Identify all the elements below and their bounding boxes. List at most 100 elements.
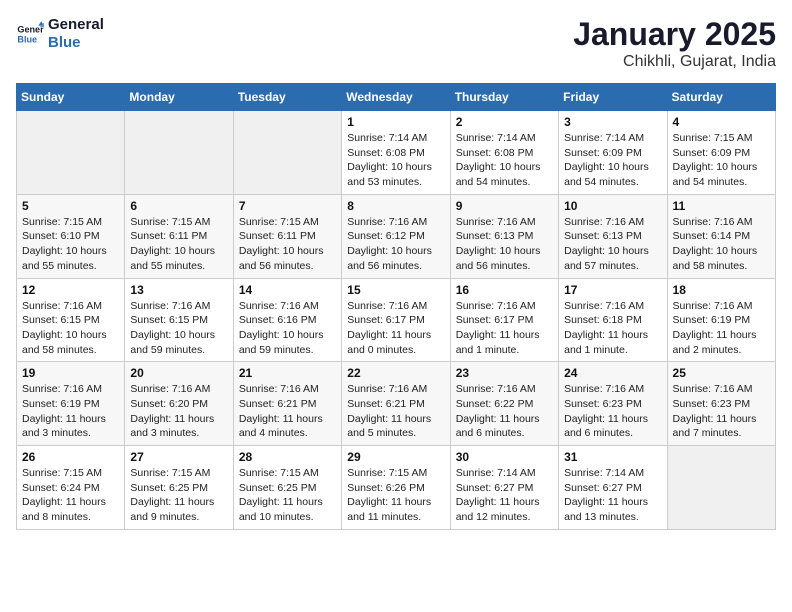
calendar-cell: 19 Sunrise: 7:16 AM Sunset: 6:19 PM Dayli… xyxy=(17,362,125,446)
calendar-cell: 6Sunrise: 7:15 AM Sunset: 6:11 PM Daylig… xyxy=(125,194,233,278)
day-number: 8 xyxy=(347,199,444,213)
day-number: 20 xyxy=(130,366,227,380)
day-number: 11 xyxy=(673,199,770,213)
column-header-tuesday: Tuesday xyxy=(233,84,341,111)
calendar-cell: 26 Sunrise: 7:15 AM Sunset: 6:24 PM Dayli… xyxy=(17,446,125,530)
day-number: 6 xyxy=(130,199,227,213)
day-info: Sunrise: 7:16 AM Sunset: 6:12 PM Dayligh… xyxy=(347,215,444,274)
day-info: Sunrise: 7:16 AM Sunset: 6:22 PM Dayligh… xyxy=(456,382,553,441)
svg-text:Blue: Blue xyxy=(17,34,37,44)
calendar-table: SundayMondayTuesdayWednesdayThursdayFrid… xyxy=(16,83,776,530)
day-info: Sunrise: 7:16 AM Sunset: 6:13 PM Dayligh… xyxy=(456,215,553,274)
calendar-cell: 13Sunrise: 7:16 AM Sunset: 6:15 PM Dayli… xyxy=(125,278,233,362)
day-info: Sunrise: 7:16 AM Sunset: 6:20 PM Dayligh… xyxy=(130,382,227,441)
column-header-monday: Monday xyxy=(125,84,233,111)
week-row-4: 19 Sunrise: 7:16 AM Sunset: 6:19 PM Dayli… xyxy=(17,362,776,446)
day-number: 31 xyxy=(564,450,661,464)
calendar-cell: 24Sunrise: 7:16 AM Sunset: 6:23 PM Dayli… xyxy=(559,362,667,446)
day-info: Sunrise: 7:15 AM Sunset: 6:11 PM Dayligh… xyxy=(239,215,336,274)
day-number: 15 xyxy=(347,283,444,297)
day-number: 19 xyxy=(22,366,119,380)
calendar-cell: 30 Sunrise: 7:14 AM Sunset: 6:27 PM Dayli… xyxy=(450,446,558,530)
day-info: Sunrise: 7:16 AM Sunset: 6:16 PM Dayligh… xyxy=(239,299,336,358)
day-number: 26 xyxy=(22,450,119,464)
svg-text:General: General xyxy=(17,25,44,35)
day-info: Sunrise: 7:15 AM Sunset: 6:26 PM Dayligh… xyxy=(347,466,444,525)
day-number: 10 xyxy=(564,199,661,213)
day-number: 12 xyxy=(22,283,119,297)
day-number: 9 xyxy=(456,199,553,213)
column-header-wednesday: Wednesday xyxy=(342,84,450,111)
day-number: 14 xyxy=(239,283,336,297)
day-info: Sunrise: 7:16 AM Sunset: 6:17 PM Dayligh… xyxy=(456,299,553,358)
day-info: Sunrise: 7:14 AM Sunset: 6:08 PM Dayligh… xyxy=(456,131,553,190)
column-header-sunday: Sunday xyxy=(17,84,125,111)
calendar-cell: 5Sunrise: 7:15 AM Sunset: 6:10 PM Daylig… xyxy=(17,194,125,278)
location-subtitle: Chikhli, Gujarat, India xyxy=(573,53,776,71)
day-info: Sunrise: 7:16 AM Sunset: 6:13 PM Dayligh… xyxy=(564,215,661,274)
calendar-cell xyxy=(667,446,775,530)
calendar-cell: 10 Sunrise: 7:16 AM Sunset: 6:13 PM Dayli… xyxy=(559,194,667,278)
column-header-friday: Friday xyxy=(559,84,667,111)
day-number: 29 xyxy=(347,450,444,464)
calendar-cell: 21 Sunrise: 7:16 AM Sunset: 6:21 PM Dayli… xyxy=(233,362,341,446)
week-row-1: 1 Sunrise: 7:14 AM Sunset: 6:08 PM Daylig… xyxy=(17,111,776,195)
day-info: Sunrise: 7:16 AM Sunset: 6:21 PM Dayligh… xyxy=(239,382,336,441)
day-info: Sunrise: 7:14 AM Sunset: 6:08 PM Dayligh… xyxy=(347,131,444,190)
title-block: January 2025 Chikhli, Gujarat, India xyxy=(573,16,776,71)
day-info: Sunrise: 7:15 AM Sunset: 6:09 PM Dayligh… xyxy=(673,131,770,190)
logo-icon: General Blue xyxy=(16,20,44,48)
day-info: Sunrise: 7:15 AM Sunset: 6:24 PM Dayligh… xyxy=(22,466,119,525)
day-number: 17 xyxy=(564,283,661,297)
header-row: SundayMondayTuesdayWednesdayThursdayFrid… xyxy=(17,84,776,111)
calendar-cell: 8 Sunrise: 7:16 AM Sunset: 6:12 PM Daylig… xyxy=(342,194,450,278)
calendar-cell: 3 Sunrise: 7:14 AM Sunset: 6:09 PM Daylig… xyxy=(559,111,667,195)
day-number: 30 xyxy=(456,450,553,464)
calendar-cell: 4 Sunrise: 7:15 AM Sunset: 6:09 PM Daylig… xyxy=(667,111,775,195)
day-info: Sunrise: 7:16 AM Sunset: 6:23 PM Dayligh… xyxy=(673,382,770,441)
calendar-cell: 2 Sunrise: 7:14 AM Sunset: 6:08 PM Daylig… xyxy=(450,111,558,195)
calendar-cell: 12 Sunrise: 7:16 AM Sunset: 6:15 PM Dayli… xyxy=(17,278,125,362)
calendar-cell: 17Sunrise: 7:16 AM Sunset: 6:18 PM Dayli… xyxy=(559,278,667,362)
day-info: Sunrise: 7:15 AM Sunset: 6:25 PM Dayligh… xyxy=(239,466,336,525)
column-header-saturday: Saturday xyxy=(667,84,775,111)
logo-text: GeneralBlue xyxy=(48,16,104,52)
day-info: Sunrise: 7:16 AM Sunset: 6:21 PM Dayligh… xyxy=(347,382,444,441)
calendar-cell: 29 Sunrise: 7:15 AM Sunset: 6:26 PM Dayli… xyxy=(342,446,450,530)
day-number: 5 xyxy=(22,199,119,213)
calendar-cell xyxy=(17,111,125,195)
day-number: 3 xyxy=(564,115,661,129)
calendar-cell: 11 Sunrise: 7:16 AM Sunset: 6:14 PM Dayli… xyxy=(667,194,775,278)
calendar-cell: 23Sunrise: 7:16 AM Sunset: 6:22 PM Dayli… xyxy=(450,362,558,446)
day-number: 1 xyxy=(347,115,444,129)
day-number: 28 xyxy=(239,450,336,464)
day-info: Sunrise: 7:16 AM Sunset: 6:17 PM Dayligh… xyxy=(347,299,444,358)
calendar-cell: 16 Sunrise: 7:16 AM Sunset: 6:17 PM Dayli… xyxy=(450,278,558,362)
day-number: 21 xyxy=(239,366,336,380)
calendar-cell xyxy=(233,111,341,195)
logo: General Blue GeneralBlue xyxy=(16,16,104,52)
calendar-cell: 7Sunrise: 7:15 AM Sunset: 6:11 PM Daylig… xyxy=(233,194,341,278)
calendar-cell: 31 Sunrise: 7:14 AM Sunset: 6:27 PM Dayli… xyxy=(559,446,667,530)
calendar-cell: 25Sunrise: 7:16 AM Sunset: 6:23 PM Dayli… xyxy=(667,362,775,446)
day-info: Sunrise: 7:14 AM Sunset: 6:27 PM Dayligh… xyxy=(456,466,553,525)
day-number: 2 xyxy=(456,115,553,129)
week-row-2: 5Sunrise: 7:15 AM Sunset: 6:10 PM Daylig… xyxy=(17,194,776,278)
day-number: 16 xyxy=(456,283,553,297)
day-info: Sunrise: 7:14 AM Sunset: 6:27 PM Dayligh… xyxy=(564,466,661,525)
day-info: Sunrise: 7:16 AM Sunset: 6:19 PM Dayligh… xyxy=(673,299,770,358)
day-info: Sunrise: 7:16 AM Sunset: 6:15 PM Dayligh… xyxy=(22,299,119,358)
day-info: Sunrise: 7:14 AM Sunset: 6:09 PM Dayligh… xyxy=(564,131,661,190)
calendar-cell: 18Sunrise: 7:16 AM Sunset: 6:19 PM Dayli… xyxy=(667,278,775,362)
calendar-cell: 22Sunrise: 7:16 AM Sunset: 6:21 PM Dayli… xyxy=(342,362,450,446)
month-title: January 2025 xyxy=(573,16,776,53)
calendar-cell: 14 Sunrise: 7:16 AM Sunset: 6:16 PM Dayli… xyxy=(233,278,341,362)
day-info: Sunrise: 7:15 AM Sunset: 6:25 PM Dayligh… xyxy=(130,466,227,525)
calendar-cell xyxy=(125,111,233,195)
day-info: Sunrise: 7:16 AM Sunset: 6:14 PM Dayligh… xyxy=(673,215,770,274)
day-info: Sunrise: 7:16 AM Sunset: 6:15 PM Dayligh… xyxy=(130,299,227,358)
day-number: 27 xyxy=(130,450,227,464)
day-info: Sunrise: 7:16 AM Sunset: 6:19 PM Dayligh… xyxy=(22,382,119,441)
day-number: 4 xyxy=(673,115,770,129)
calendar-cell: 20 Sunrise: 7:16 AM Sunset: 6:20 PM Dayli… xyxy=(125,362,233,446)
